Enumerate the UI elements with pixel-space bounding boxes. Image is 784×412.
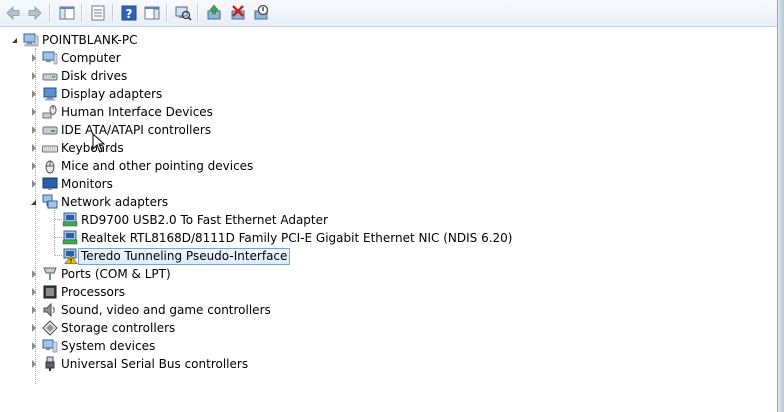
warning-network-card-icon bbox=[62, 248, 78, 264]
processor-icon bbox=[42, 284, 58, 300]
tree-line bbox=[55, 237, 62, 238]
computer-icon bbox=[42, 50, 58, 66]
tree-item-label: Ports (COM & LPT) bbox=[61, 267, 171, 281]
expand-arrow-icon[interactable] bbox=[29, 121, 38, 139]
tree-item-label: Teredo Tunneling Pseudo-Interface bbox=[78, 247, 291, 265]
tree-item-label: Disk drives bbox=[61, 69, 128, 83]
mouse-icon bbox=[42, 158, 58, 174]
expand-arrow-icon[interactable] bbox=[29, 49, 38, 67]
tree-item-label: System devices bbox=[61, 339, 156, 353]
tree-root-label: POINTBLANK-PC bbox=[42, 33, 138, 47]
tree-item-disk-drives[interactable]: Disk drives bbox=[29, 67, 127, 85]
device-tree[interactable]: POINTBLANK-PC Computer Disk drives Displ… bbox=[0, 30, 776, 412]
tree-item-human-interface-devices[interactable]: Human Interface Devices bbox=[29, 103, 213, 121]
update-driver-icon[interactable] bbox=[204, 3, 224, 23]
tree-item-sound-video-game[interactable]: Sound, video and game controllers bbox=[29, 301, 271, 319]
tree-item-storage-controllers[interactable]: Storage controllers bbox=[29, 319, 175, 337]
expand-arrow-icon[interactable] bbox=[29, 301, 38, 319]
expand-arrow-icon[interactable] bbox=[29, 283, 38, 301]
storage-controller-icon bbox=[42, 320, 58, 336]
tree-item-keyboards[interactable]: Keyboards bbox=[29, 139, 124, 157]
tree-item-label: Display adapters bbox=[61, 87, 163, 101]
tree-item-realtek-nic[interactable]: Realtek RTL8168D/8111D Family PCI-E Giga… bbox=[62, 229, 512, 247]
sound-icon bbox=[42, 302, 58, 318]
disk-drive-icon bbox=[42, 68, 58, 84]
monitor-icon bbox=[42, 176, 58, 192]
network-adapter-icon bbox=[42, 194, 58, 210]
tree-item-label: Computer bbox=[61, 51, 121, 65]
tree-item-label: Universal Serial Bus controllers bbox=[61, 357, 249, 371]
toolbar-separator bbox=[49, 4, 50, 22]
tree-line bbox=[55, 219, 62, 220]
expand-arrow-icon[interactable] bbox=[29, 355, 38, 373]
network-card-icon bbox=[62, 212, 78, 228]
system-device-icon bbox=[42, 338, 58, 354]
tree-item-label: RD9700 USB2.0 To Fast Ethernet Adapter bbox=[81, 213, 328, 227]
keyboard-icon bbox=[42, 140, 58, 156]
show-hide-console-tree-icon[interactable] bbox=[57, 3, 77, 23]
tree-line bbox=[55, 255, 62, 256]
tree-item-label: Mice and other pointing devices bbox=[61, 159, 254, 173]
network-card-icon bbox=[62, 230, 78, 246]
expand-arrow-icon[interactable] bbox=[29, 319, 38, 337]
tree-item-teredo[interactable]: Teredo Tunneling Pseudo-Interface bbox=[62, 247, 291, 265]
tree-item-system-devices[interactable]: System devices bbox=[29, 337, 155, 355]
expand-arrow-icon[interactable] bbox=[29, 157, 38, 175]
tree-line bbox=[54, 210, 55, 255]
tree-item-label: Human Interface Devices bbox=[61, 105, 213, 119]
expand-arrow-icon[interactable] bbox=[29, 85, 38, 103]
tree-item-label: Processors bbox=[61, 285, 126, 299]
expand-arrow-icon[interactable] bbox=[29, 139, 38, 157]
tree-root[interactable]: POINTBLANK-PC bbox=[10, 31, 137, 49]
tree-item-monitors[interactable]: Monitors bbox=[29, 175, 113, 193]
tree-item-label: Monitors bbox=[61, 177, 113, 191]
tree-item-rd9700[interactable]: RD9700 USB2.0 To Fast Ethernet Adapter bbox=[62, 211, 328, 229]
expand-arrow-icon[interactable] bbox=[29, 67, 38, 85]
tree-item-processors[interactable]: Processors bbox=[29, 283, 125, 301]
tree-item-label: Network adapters bbox=[61, 195, 169, 209]
collapse-arrow-icon[interactable] bbox=[29, 193, 38, 211]
tree-item-label: Realtek RTL8168D/8111D Family PCI-E Giga… bbox=[81, 231, 513, 245]
properties-icon[interactable] bbox=[88, 3, 108, 23]
collapse-arrow-icon[interactable] bbox=[10, 31, 19, 49]
tree-item-label: Sound, video and game controllers bbox=[61, 303, 271, 317]
uninstall-device-icon[interactable] bbox=[228, 3, 248, 23]
display-adapter-icon bbox=[42, 86, 58, 102]
tree-item-network-adapters[interactable]: Network adapters bbox=[29, 193, 168, 211]
svg-text:?: ? bbox=[126, 7, 133, 21]
computer-root-icon bbox=[23, 32, 39, 48]
forward-arrow-icon[interactable] bbox=[25, 3, 45, 23]
toolbar-separator bbox=[166, 4, 167, 22]
expand-arrow-icon[interactable] bbox=[29, 265, 38, 283]
usb-icon bbox=[42, 356, 58, 372]
toolbar-separator bbox=[197, 4, 198, 22]
back-arrow-icon[interactable] bbox=[3, 3, 23, 23]
tree-item-display-adapters[interactable]: Display adapters bbox=[29, 85, 162, 103]
tree-item-label: Storage controllers bbox=[61, 321, 176, 335]
toolbar-separator bbox=[81, 4, 82, 22]
ide-controller-icon bbox=[42, 122, 58, 138]
toolbar-separator bbox=[112, 4, 113, 22]
window-frame-edge bbox=[777, 0, 784, 412]
tree-item-computer[interactable]: Computer bbox=[29, 49, 121, 67]
tree-item-label: IDE ATA/ATAPI controllers bbox=[61, 123, 212, 137]
tree-item-usb-controllers[interactable]: Universal Serial Bus controllers bbox=[29, 355, 248, 373]
tree-item-mice[interactable]: Mice and other pointing devices bbox=[29, 157, 253, 175]
scan-hardware-changes-icon[interactable] bbox=[173, 3, 193, 23]
mouse-cursor-icon bbox=[92, 132, 106, 153]
tree-item-ide-ata-atapi-controllers[interactable]: IDE ATA/ATAPI controllers bbox=[29, 121, 211, 139]
tree-item-ports[interactable]: Ports (COM & LPT) bbox=[29, 265, 171, 283]
expand-arrow-icon[interactable] bbox=[29, 337, 38, 355]
action-pane-icon[interactable] bbox=[142, 3, 162, 23]
help-icon[interactable]: ? bbox=[119, 3, 139, 23]
expand-arrow-icon[interactable] bbox=[29, 175, 38, 193]
disable-device-icon[interactable] bbox=[251, 3, 271, 23]
toolbar: ? bbox=[0, 0, 784, 27]
expand-arrow-icon[interactable] bbox=[29, 103, 38, 121]
hid-icon bbox=[42, 104, 58, 120]
port-icon bbox=[42, 266, 58, 282]
